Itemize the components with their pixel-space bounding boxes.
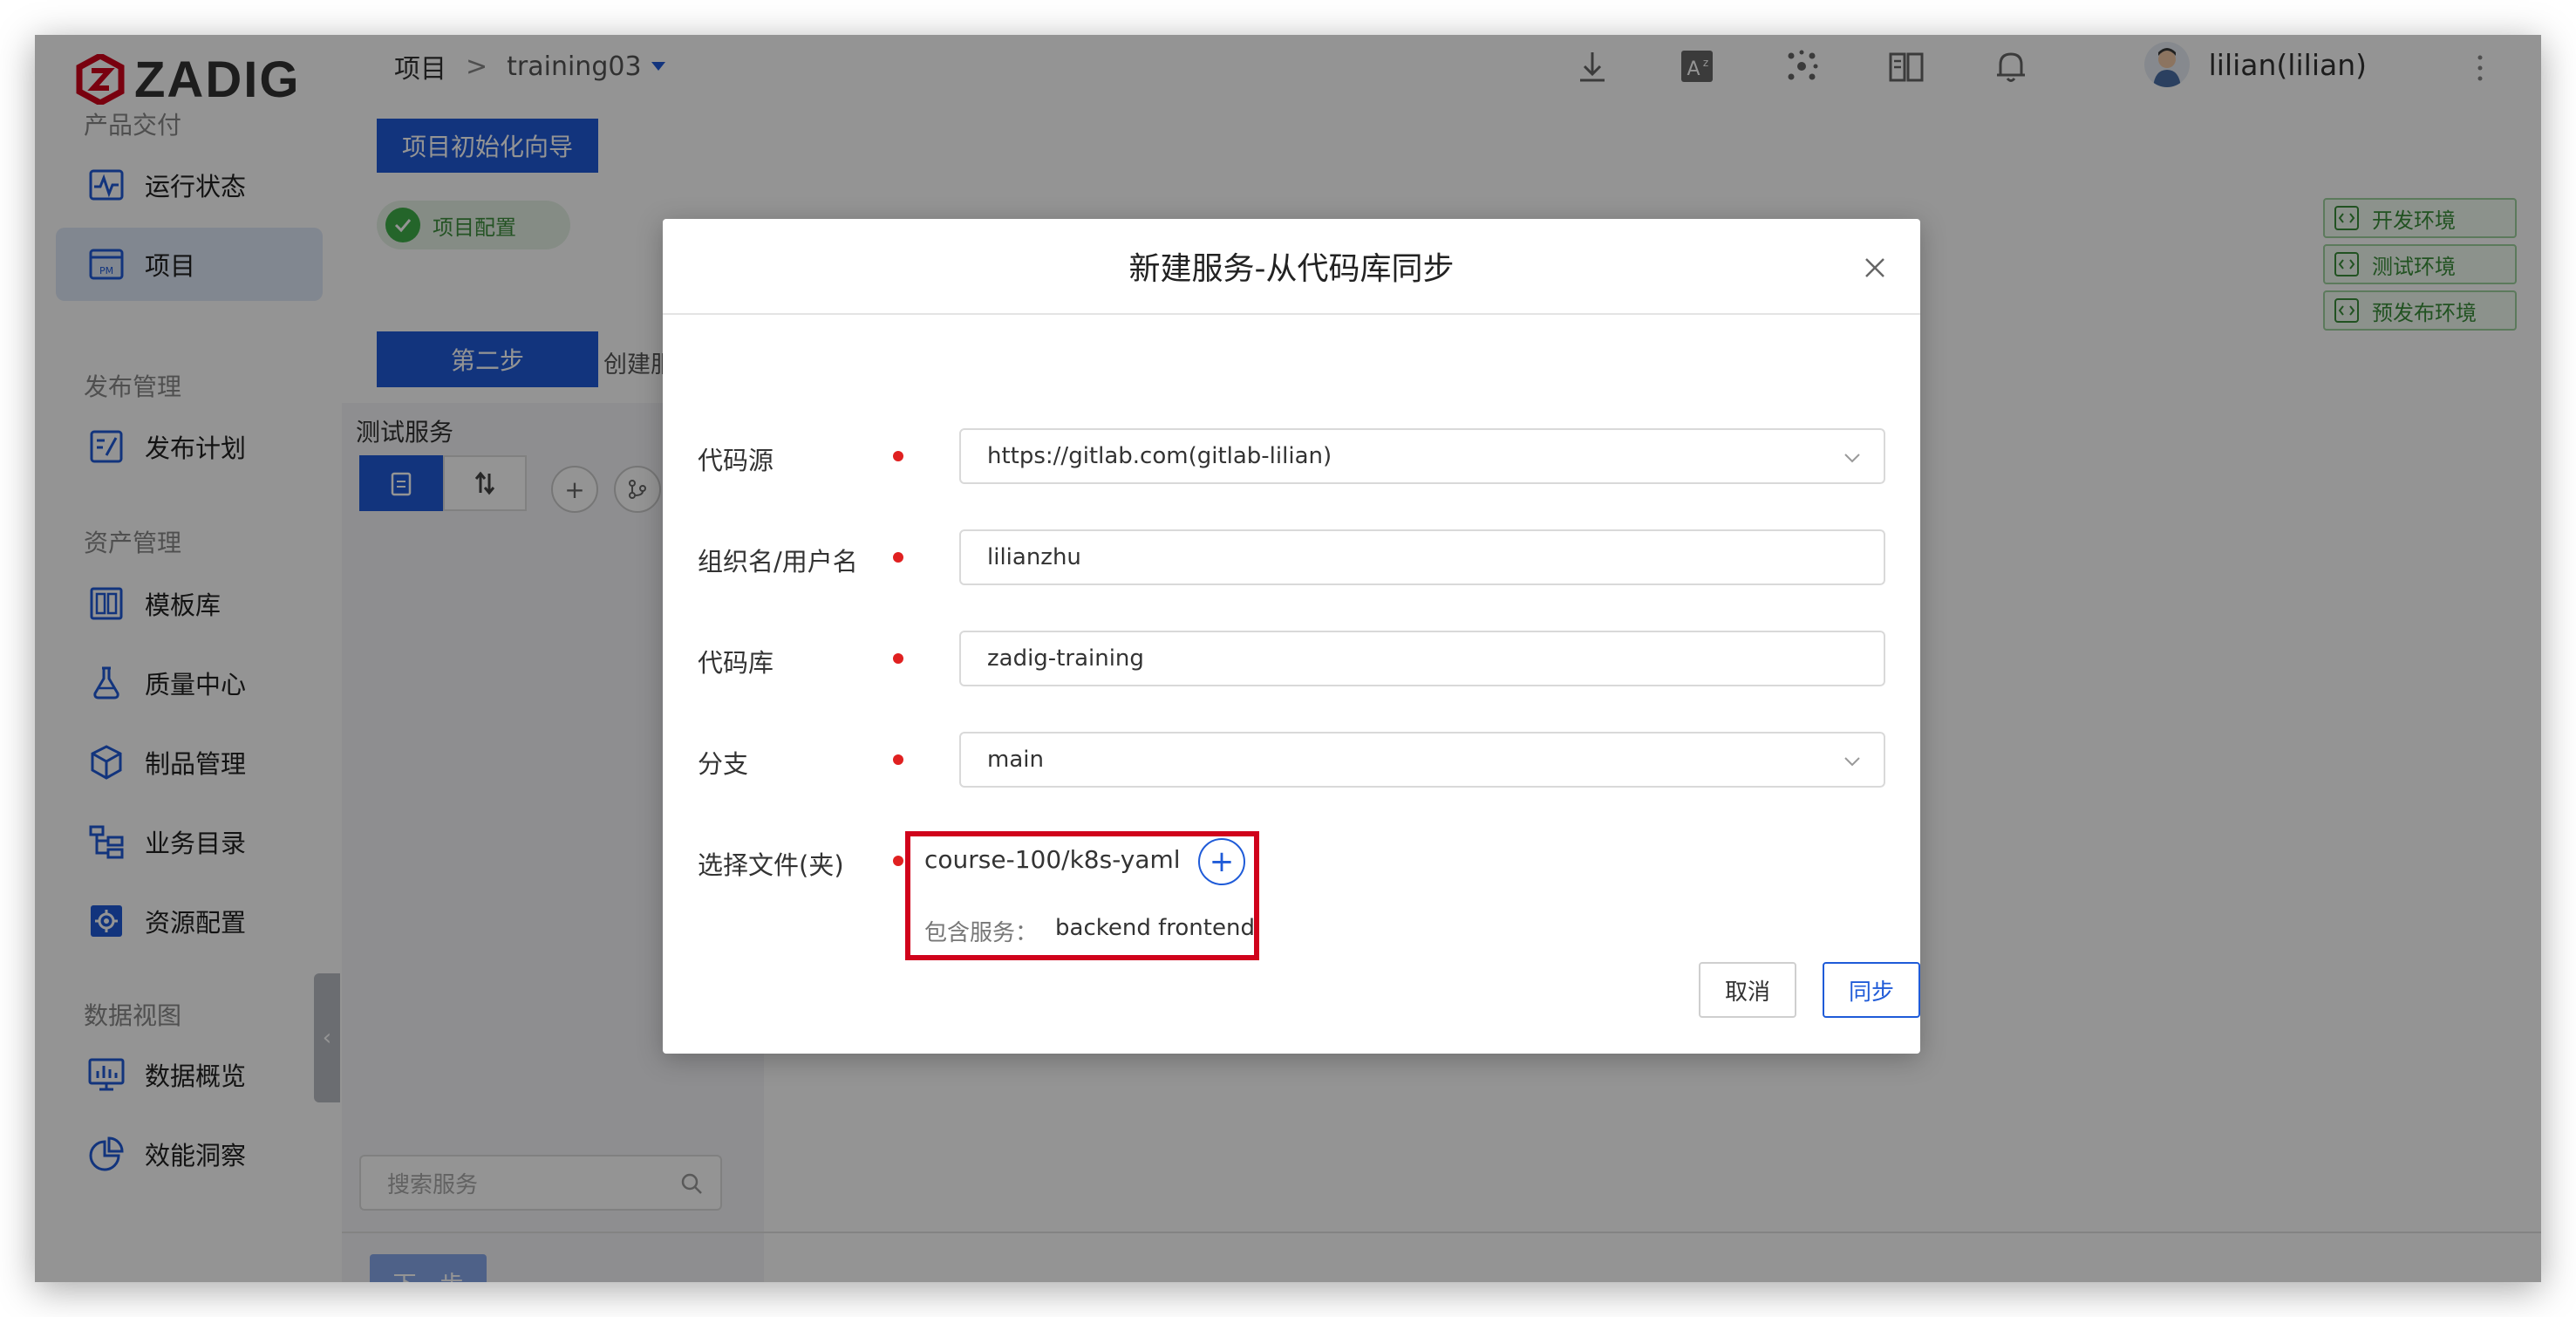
form-row-branch: 分支 main: [698, 732, 1885, 788]
branch-value: main: [987, 747, 1044, 773]
source-value: https://gitlab.com(gitlab-lilian): [987, 443, 1332, 469]
contained-services: 包含服务： backend frontend: [924, 915, 1255, 947]
required-marker: [893, 653, 903, 664]
app-window: ZADIG 产品交付 运行状态 PM 项目 发布管理 发布计划 资产管理 模板库…: [35, 35, 2541, 1282]
cancel-button[interactable]: 取消: [1699, 962, 1796, 1018]
source-select[interactable]: https://gitlab.com(gitlab-lilian): [959, 428, 1885, 484]
required-marker: [893, 754, 903, 765]
repo-label: 代码库: [698, 648, 774, 678]
required-marker: [893, 856, 903, 866]
add-file-button[interactable]: +: [1198, 838, 1245, 885]
file-label: 选择文件(夹): [698, 850, 844, 880]
sync-button[interactable]: 同步: [1823, 962, 1920, 1018]
source-label: 代码源: [698, 446, 774, 475]
form-row-file: 选择文件(夹): [698, 833, 1885, 889]
required-marker: [893, 552, 903, 563]
org-label: 组织名/用户名: [698, 547, 858, 577]
form-row-repo: 代码库 zadig-training: [698, 631, 1885, 686]
sync-service-dialog: 新建服务-从代码库同步 代码源 https://gitlab.com(gitla…: [663, 219, 1920, 1054]
required-marker: [893, 451, 903, 461]
repo-value: zadig-training: [987, 645, 1144, 672]
form-row-org: 组织名/用户名 lilianzhu: [698, 529, 1885, 585]
file-path-value: course-100/k8s-yaml: [924, 845, 1181, 874]
chevron-down-icon: [1844, 757, 1860, 767]
form-row-source: 代码源 https://gitlab.com(gitlab-lilian): [698, 428, 1885, 484]
branch-select[interactable]: main: [959, 732, 1885, 788]
chevron-down-icon: [1844, 454, 1860, 463]
close-icon[interactable]: [1863, 256, 1887, 280]
dialog-title: 新建服务-从代码库同步: [663, 219, 1920, 315]
branch-label: 分支: [698, 749, 749, 779]
repo-input[interactable]: zadig-training: [959, 631, 1885, 686]
org-value: lilianzhu: [987, 544, 1081, 570]
contains-value: backend frontend: [1055, 915, 1255, 941]
org-input[interactable]: lilianzhu: [959, 529, 1885, 585]
contains-label: 包含服务：: [924, 920, 1039, 946]
